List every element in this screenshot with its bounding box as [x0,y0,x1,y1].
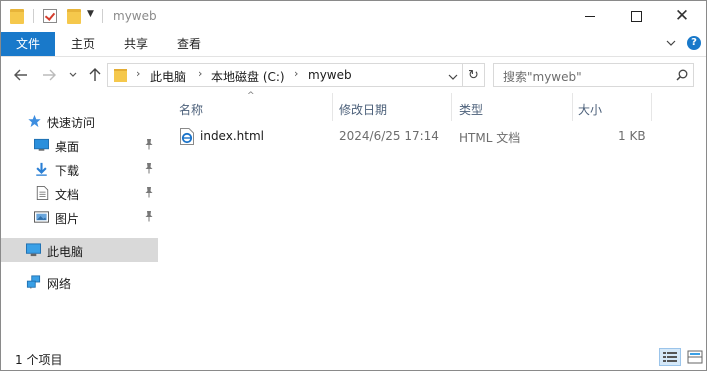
file-type: HTML 文档 [459,131,521,145]
navigation-pane: 快速访问 桌面 下载 文档 图片 此电脑 网络 [1,93,159,343]
chevron-down-icon [448,74,458,80]
details-view-button[interactable] [659,348,681,366]
nav-label: 文档 [55,188,80,202]
up-arrow-icon [89,68,101,81]
breadcrumb-chevron-icon[interactable]: › [136,67,140,80]
tab-home[interactable]: 主页 [61,32,105,56]
refresh-icon: ↻ [468,67,479,83]
address-history-dropdown[interactable] [448,71,458,81]
column-header-name[interactable]: ^ 名称 [161,91,332,121]
network-icon [26,275,41,289]
breadcrumb-this-pc[interactable]: 此电脑 [150,68,186,85]
item-count: 1 个项目 [15,353,63,367]
help-icon[interactable]: ? [687,36,701,50]
chevron-down-icon [69,72,77,77]
column-header-size[interactable]: 大小 [573,93,651,121]
edge-html-icon [180,128,194,145]
column-label: 类型 [459,103,484,117]
table-row[interactable]: index.html 2024/6/25 17:14 HTML 文档 1 KB [175,126,655,148]
close-button[interactable]: ✕ [659,1,705,31]
tab-view[interactable]: 查看 [167,32,211,56]
star-icon [28,114,41,128]
pin-icon[interactable] [144,138,154,150]
expand-ribbon-chevron-icon[interactable] [666,38,676,48]
nav-label: 网络 [47,277,72,291]
file-name: index.html [200,129,264,143]
forward-arrow-icon [43,69,56,81]
nav-item-pictures[interactable]: 图片 [1,205,158,229]
column-label: 修改日期 [339,103,388,117]
maximize-icon [630,10,642,22]
window-title: myweb [113,9,157,23]
nav-label: 桌面 [55,140,80,154]
file-modified: 2024/6/25 17:14 [339,129,439,143]
nav-item-documents[interactable]: 文档 [1,181,158,205]
document-icon [36,186,49,200]
ribbon-tabs: 文件 主页 共享 查看 ? [1,32,706,57]
new-folder-icon[interactable] [67,9,81,24]
nav-label: 图片 [55,212,80,226]
properties-icon[interactable] [43,9,57,23]
tab-file[interactable]: 文件 [1,32,55,56]
divider [102,9,103,23]
nav-label: 下载 [55,164,80,178]
refresh-button[interactable]: ↻ [463,63,485,87]
status-bar: 1 个项目 [1,343,706,370]
folder-icon [114,69,127,82]
back-button[interactable] [11,65,31,85]
breadcrumb-chevron-icon[interactable]: › [198,67,202,80]
tab-share[interactable]: 共享 [114,32,158,56]
breadcrumb-chevron-icon[interactable]: › [294,67,298,80]
search-placeholder: 搜索"myweb" [503,70,582,84]
file-size: 1 KB [618,129,646,143]
file-list: ^ 名称 修改日期 类型 大小 index.html 2024/6/25 17:… [161,91,706,343]
large-icons-view-button[interactable] [685,348,705,366]
title-bar: ▼ myweb ✕ [1,1,706,32]
search-icon[interactable] [676,69,688,81]
up-button[interactable] [85,65,105,85]
large-icons-view-icon [687,350,703,364]
nav-item-downloads[interactable]: 下载 [1,157,158,181]
nav-label: 此电脑 [47,245,84,259]
address-row: › 此电脑 › 本地磁盘 (C:) › myweb ↻ 搜索"myweb" [1,59,706,91]
pictures-icon [34,211,49,223]
maximize-button[interactable] [613,1,659,31]
breadcrumb-myweb[interactable]: myweb [308,68,352,82]
nav-label: 快速访问 [47,116,96,130]
forward-button[interactable] [39,65,59,85]
customize-quick-access-icon[interactable]: ▼ [87,9,94,27]
explorer-window: ▼ myweb ✕ 文件 主页 共享 查看 ? › 此电脑 › 本地磁盘 (C:… [0,0,707,371]
column-divider[interactable] [651,93,652,121]
computer-icon [26,243,41,257]
column-label: 名称 [179,103,204,117]
download-icon [36,162,47,176]
breadcrumb-local-disk[interactable]: 本地磁盘 (C:) [211,68,285,85]
pin-icon[interactable] [144,162,154,174]
nav-network[interactable]: 网络 [1,270,158,294]
nav-quick-access[interactable]: 快速访问 [1,109,158,133]
nav-this-pc[interactable]: 此电脑 [1,238,158,262]
pin-icon[interactable] [144,210,154,222]
column-label: 大小 [578,103,603,117]
search-input[interactable]: 搜索"myweb" [493,63,694,87]
address-bar[interactable]: › 此电脑 › 本地磁盘 (C:) › myweb [107,63,463,87]
column-header-modified[interactable]: 修改日期 [333,93,451,121]
folder-icon[interactable] [10,9,24,24]
sort-ascending-icon: ^ [247,91,255,101]
back-arrow-icon [14,69,27,81]
divider [33,9,34,23]
details-view-icon [663,352,677,362]
column-header-type[interactable]: 类型 [452,93,572,121]
desktop-icon [34,138,49,151]
minimize-button[interactable] [567,1,613,31]
pin-icon[interactable] [144,186,154,198]
nav-item-desktop[interactable]: 桌面 [1,133,158,157]
close-icon: ✕ [674,5,690,26]
minimize-icon [585,15,595,17]
recent-locations-button[interactable] [63,65,83,85]
